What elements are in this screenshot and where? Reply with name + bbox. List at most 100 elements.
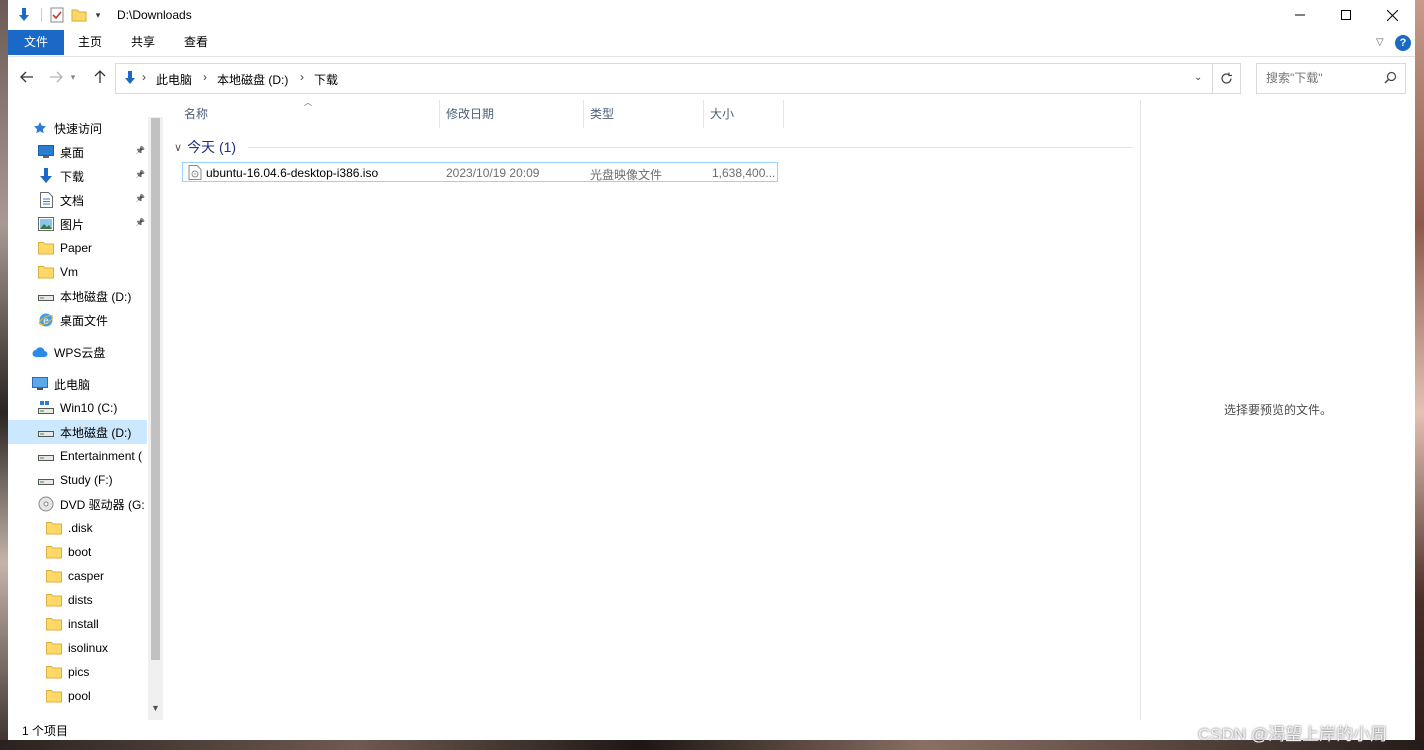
sidebar-item[interactable]: 此电脑 [8,372,147,396]
document-icon [38,192,54,208]
back-button[interactable] [17,66,37,88]
sidebar-item-label: WPS云盘 [54,345,106,360]
file-name[interactable]: ubuntu-16.04.6-desktop-i386.iso [206,166,378,180]
desktop-background-left [0,0,8,750]
folder-icon [46,568,62,584]
sidebar-item-label: pics [68,665,90,679]
minimize-button[interactable] [1277,0,1323,30]
properties-icon[interactable] [48,6,66,24]
navigation-pane: 快速访问桌面 📌 下载 📌 文档 📌 图片 📌 Paper Vm 本地磁盘 (D:) e 桌面文件 WPS… [8,100,163,720]
sidebar-item[interactable]: install [8,612,147,636]
sidebar-item[interactable]: 下载 📌 [8,164,147,188]
address-bar[interactable]: › 此电脑 › 本地磁盘 (D:) › 下载 ⌄ [115,63,1213,94]
collapse-chevron-icon[interactable]: ∨ [174,141,182,154]
up-button[interactable] [90,66,110,88]
sidebar-item[interactable]: 桌面 📌 [8,140,147,164]
sidebar-item[interactable]: dists [8,588,147,612]
pin-icon: 📌 [135,194,145,203]
sidebar-item[interactable]: casper [8,564,147,588]
search-box[interactable] [1256,63,1406,94]
file-type: 光盘映像文件 [590,168,663,182]
customize-toolbar-icon[interactable]: ▾ [92,6,104,24]
sidebar-item[interactable]: e 桌面文件 [8,308,147,332]
drive-icon [38,424,54,440]
watermark: CSDN @渴望上岸的小周 [1198,725,1388,744]
scroll-down-arrow-icon[interactable]: ▼ [151,703,160,713]
recent-locations-icon[interactable]: ▾ [67,66,79,88]
sidebar-item-label: Paper [60,241,93,255]
group-header-today[interactable]: ∨ 今天 (1) [174,137,236,157]
download-folder-icon [122,70,138,89]
search-input[interactable] [1257,64,1386,91]
sidebar-item[interactable]: 图片 📌 [8,212,147,236]
desktop-background-right [1415,0,1424,750]
tab-share[interactable]: 共享 [116,30,170,55]
sidebar-item-label: Study (F:) [60,473,113,487]
item-count: 1 个项目 [22,724,69,738]
sidebar-item[interactable]: 文档 📌 [8,188,147,212]
sidebar-item[interactable]: Study (F:) [8,468,147,492]
breadcrumb-this-pc[interactable]: 此电脑 [156,71,192,88]
expand-ribbon-icon[interactable]: ▽ [1376,37,1384,48]
sidebar-item-label: Vm [60,265,78,279]
sidebar-item[interactable]: 本地磁盘 (D:) [8,284,147,308]
preview-empty-message: 选择要预览的文件。 [1223,403,1332,417]
sidebar-item-label: 桌面文件 [60,313,109,328]
sidebar-item-label: 本地磁盘 (D:) [60,289,132,304]
pin-icon: 📌 [135,146,145,155]
column-header-date[interactable]: 修改日期 [440,100,584,128]
sidebar-item[interactable]: Win10 (C:) [8,396,147,420]
window-title: D:\Downloads [117,8,192,22]
table-row[interactable]: ubuntu-16.04.6-desktop-i386.iso 2023/10/… [182,162,778,182]
folder-icon [38,240,54,256]
sidebar-item[interactable]: boot [8,540,147,564]
title-bar: ▾ D:\Downloads [8,0,1415,30]
sidebar-item[interactable]: .disk [8,516,147,540]
sidebar-item[interactable]: 本地磁盘 (D:) [8,420,147,444]
sort-ascending-icon: ︿ [304,98,312,107]
sidebar-item[interactable]: 快速访问 [8,116,147,140]
forward-button[interactable] [46,66,66,88]
download-arrow-icon[interactable] [14,6,34,24]
computer-icon [32,376,48,392]
sidebar-item-label: 文档 [60,193,85,208]
sidebar-item[interactable]: Vm [8,260,147,284]
sidebar-item-label: casper [68,569,105,583]
refresh-button[interactable] [1213,63,1241,94]
sidebar-item[interactable]: Paper [8,236,147,260]
nav-scrollbar-thumb[interactable] [151,118,160,660]
new-folder-icon[interactable] [70,6,88,24]
file-date: 2023/10/19 20:09 [446,166,540,180]
sidebar-item[interactable]: DVD 驱动器 (G: [8,492,147,516]
search-icon[interactable] [1384,71,1397,87]
folder-icon [46,664,62,680]
tab-view[interactable]: 查看 [170,30,222,55]
sidebar-item-label: 桌面 [60,145,85,160]
maximize-button[interactable] [1323,0,1369,30]
ribbon-tabs: 文件 主页 共享 查看 ▽ ? [8,30,1415,57]
sidebar-item-label: 下载 [60,169,85,184]
column-header-size[interactable]: 大小 [704,100,784,128]
help-icon[interactable]: ? [1395,35,1411,51]
tab-file[interactable]: 文件 [8,30,64,55]
close-button[interactable] [1369,0,1415,30]
sidebar-item[interactable]: WPS云盘 [8,340,147,364]
breadcrumb-separator-icon: › [300,70,304,84]
breadcrumb-drive-d[interactable]: 本地磁盘 (D:) [217,71,288,88]
sidebar-item-label: boot [68,545,92,559]
sidebar-item[interactable]: isolinux [8,636,147,660]
star-icon [32,120,48,136]
ie-icon: e [38,312,54,328]
address-history-chevron-icon[interactable]: ⌄ [1194,72,1202,83]
folder-icon [46,520,62,536]
pin-icon: 📌 [135,170,145,179]
breadcrumb-downloads[interactable]: 下载 [314,71,338,88]
explorer-window: ▾ D:\Downloads 文件 主页 共享 查看 ▽ ? ▾ › 此电脑 ›… [8,0,1415,740]
download-icon [38,168,54,184]
sidebar-item[interactable]: Entertainment ( [8,444,147,468]
tab-home[interactable]: 主页 [64,30,116,55]
sidebar-item[interactable]: pool [8,684,147,708]
column-header-type[interactable]: 类型 [584,100,704,128]
sidebar-item[interactable]: pics [8,660,147,684]
file-size: 1,638,400... [712,166,776,180]
